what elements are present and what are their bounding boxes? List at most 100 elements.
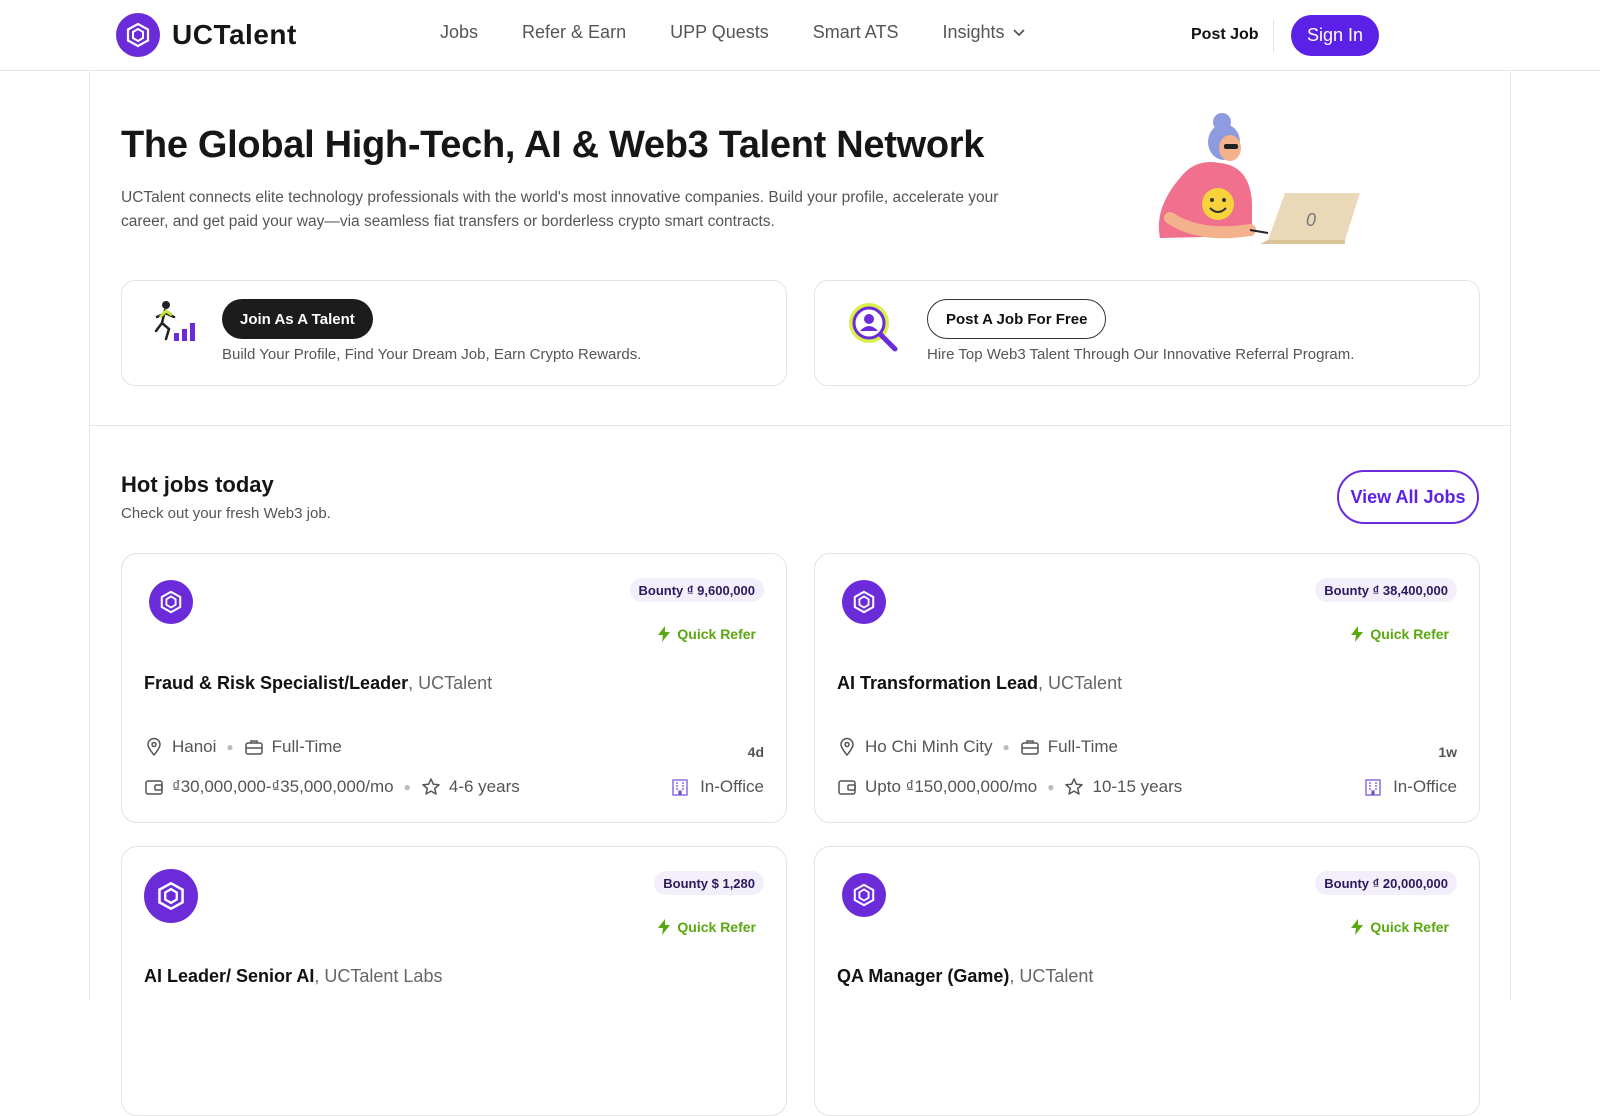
nav-upp-quests[interactable]: UPP Quests <box>670 22 769 43</box>
job-role: QA Manager (Game) <box>837 966 1010 986</box>
separator-dot: ● <box>403 780 411 794</box>
quick-refer-button[interactable]: Quick Refer <box>657 919 756 935</box>
bolt-icon <box>658 626 671 642</box>
job-meta-row: Upto ₫150,000,000/mo ● 10-15 years <box>837 777 1182 797</box>
job-meta-row: Ho Chi Minh City ● Full-Time <box>837 737 1118 757</box>
job-salary: ₫30,000,000-₫35,000,000/mo <box>172 777 394 796</box>
chevron-down-icon <box>1012 28 1025 36</box>
location-pin-icon <box>147 737 161 757</box>
job-title[interactable]: AI Leader/ Senior AI, UCTalent Labs <box>144 966 442 987</box>
job-title[interactable]: QA Manager (Game), UCTalent <box>837 966 1093 987</box>
job-meta-row: Hanoi ● Full-Time <box>144 737 342 757</box>
nav-label: Insights <box>942 22 1005 42</box>
bounty-badge: Bounty ₫ 9,600,000 <box>629 578 764 602</box>
hero-description: UCTalent connects elite technology profe… <box>121 189 999 230</box>
job-location: Hanoi <box>172 737 217 756</box>
briefcase-icon <box>1021 740 1039 755</box>
top-navbar: UCTalent Jobs Refer & Earn UPP Quests Sm… <box>0 0 1600 71</box>
job-company: , UCTalent <box>1009 966 1094 986</box>
view-all-jobs-button[interactable]: View All Jobs <box>1337 470 1479 524</box>
section-divider <box>89 425 1511 426</box>
job-title[interactable]: Fraud & Risk Specialist/Leader, UCTalent <box>144 673 492 694</box>
bolt-icon <box>658 919 671 935</box>
job-role: AI Transformation Lead <box>837 673 1039 693</box>
bolt-icon <box>1351 919 1364 935</box>
post-job-link[interactable]: Post Job <box>1191 26 1259 44</box>
quick-refer-label: Quick Refer <box>677 919 756 935</box>
company-logo-icon <box>842 873 886 917</box>
location-pin-icon <box>840 737 854 757</box>
job-type: Full-Time <box>1047 737 1118 756</box>
join-talent-subtitle: Build Your Profile, Find Your Dream Job,… <box>222 346 642 363</box>
page-title: The Global High-Tech, AI & Web3 Talent N… <box>121 124 985 166</box>
wallet-icon <box>145 780 163 795</box>
job-experience: 10-15 years <box>1092 777 1183 796</box>
post-job-subtitle: Hire Top Web3 Talent Through Our Innovat… <box>927 346 1355 363</box>
separator-dot: ● <box>226 740 234 754</box>
posted-age: 1w <box>1438 744 1457 760</box>
sign-in-button[interactable]: Sign In <box>1291 15 1379 56</box>
job-salary: Upto ₫150,000,000/mo <box>865 777 1038 796</box>
posted-age: 4d <box>747 744 764 760</box>
quick-refer-label: Quick Refer <box>1370 626 1449 642</box>
job-company: , UCTalent Labs <box>314 966 443 986</box>
star-icon <box>1065 778 1084 795</box>
nav-label: Jobs <box>440 22 479 42</box>
magnifier-person-icon <box>849 303 898 352</box>
job-card[interactable]: Bounty $ 1,280 Quick Refer AI Leader/ Se… <box>121 846 787 1116</box>
bolt-icon <box>1351 626 1364 642</box>
job-meta-row: ₫30,000,000-₫35,000,000/mo ● 4-6 years <box>144 777 520 797</box>
hero-illustration: 0 <box>1158 113 1360 244</box>
quick-refer-label: Quick Refer <box>1370 919 1449 935</box>
runner-chart-icon <box>154 301 195 341</box>
job-workplace-label: In-Office <box>700 777 764 796</box>
quick-refer-button[interactable]: Quick Refer <box>1350 626 1449 642</box>
uctalent-logo-icon <box>116 13 160 57</box>
job-experience: 4-6 years <box>448 777 520 796</box>
join-talent-card: Join As A Talent Build Your Profile, Fin… <box>121 280 787 386</box>
quick-refer-button[interactable]: Quick Refer <box>1350 919 1449 935</box>
post-job-free-button[interactable]: Post A Job For Free <box>927 299 1107 339</box>
header-divider <box>1273 20 1274 52</box>
bounty-badge: Bounty ₫ 20,000,000 <box>1315 871 1457 895</box>
quick-refer-label: Quick Refer <box>677 626 756 642</box>
wallet-icon <box>838 780 856 795</box>
job-role: AI Leader/ Senior AI <box>144 966 315 986</box>
join-as-talent-button[interactable]: Join As A Talent <box>222 299 373 339</box>
nav-label: UPP Quests <box>670 22 769 42</box>
company-logo-icon <box>149 580 193 624</box>
job-title[interactable]: AI Transformation Lead, UCTalent <box>837 673 1122 694</box>
laptop-sticker-text: 0 <box>1306 210 1316 230</box>
nav-insights[interactable]: Insights <box>942 22 1025 43</box>
job-workplace: In-Office <box>1363 777 1457 797</box>
job-workplace: In-Office <box>670 777 764 797</box>
quick-refer-button[interactable]: Quick Refer <box>657 626 756 642</box>
job-role: Fraud & Risk Specialist/Leader <box>144 673 409 693</box>
company-logo-icon <box>842 580 886 624</box>
bounty-badge: Bounty ₫ 38,400,000 <box>1315 578 1457 602</box>
building-icon <box>1365 779 1381 796</box>
brand-logo[interactable]: UCTalent <box>116 13 297 57</box>
job-type: Full-Time <box>271 737 342 756</box>
hot-jobs-subtitle: Check out your fresh Web3 job. <box>121 505 331 522</box>
post-job-card: Post A Job For Free Hire Top Web3 Talent… <box>814 280 1480 386</box>
briefcase-icon <box>244 740 263 755</box>
nav-label: Smart ATS <box>812 22 899 42</box>
job-card[interactable]: Bounty ₫ 20,000,000 Quick Refer QA Manag… <box>814 846 1480 1116</box>
separator-dot: ● <box>1002 740 1010 754</box>
job-company: , UCTalent <box>408 673 493 693</box>
star-icon <box>422 778 440 795</box>
hot-jobs-title: Hot jobs today <box>121 472 274 497</box>
main-nav: Jobs Refer & Earn UPP Quests Smart ATS I… <box>440 22 1069 43</box>
job-card[interactable]: Bounty ₫ 38,400,000 Quick Refer AI Trans… <box>814 553 1480 823</box>
job-company: , UCTalent <box>1038 673 1123 693</box>
company-logo-icon <box>144 869 198 923</box>
bounty-badge: Bounty $ 1,280 <box>654 871 764 895</box>
job-workplace-label: In-Office <box>1393 777 1457 796</box>
nav-refer-earn[interactable]: Refer & Earn <box>522 22 626 43</box>
nav-smart-ats[interactable]: Smart ATS <box>813 22 899 43</box>
building-icon <box>672 779 688 796</box>
brand-name: UCTalent <box>172 19 297 50</box>
job-card[interactable]: Bounty ₫ 9,600,000 Quick Refer Fraud & R… <box>121 553 787 823</box>
nav-jobs[interactable]: Jobs <box>440 22 478 43</box>
